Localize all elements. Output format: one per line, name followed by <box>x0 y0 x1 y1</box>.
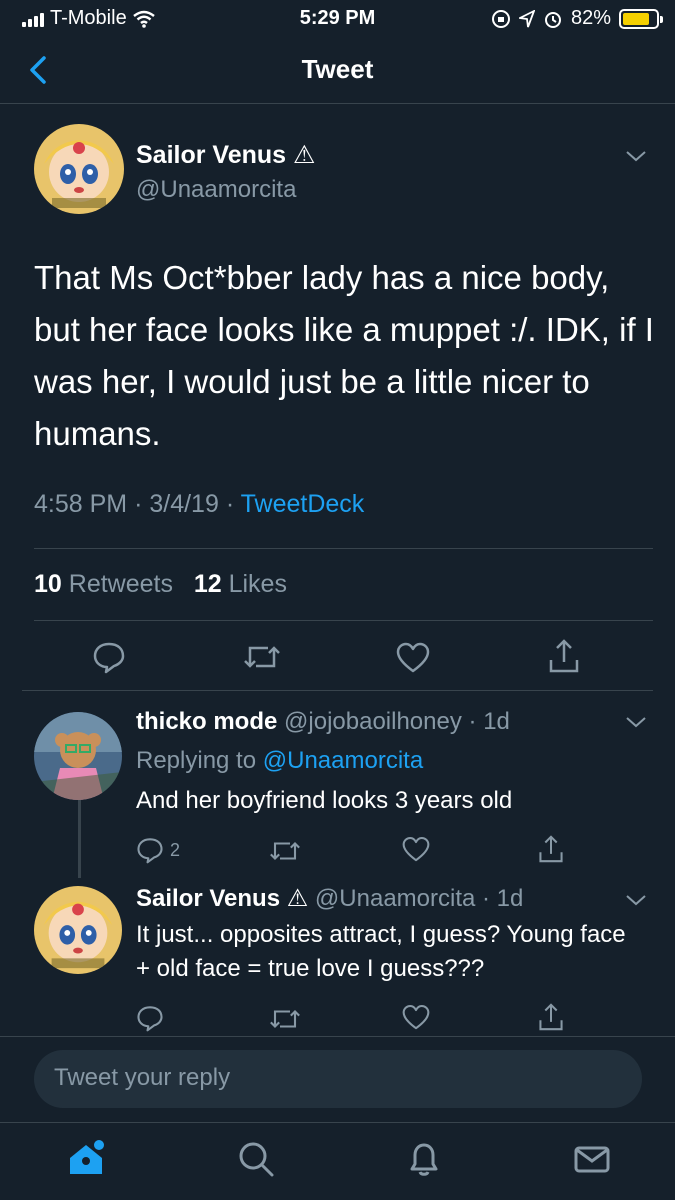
divider <box>34 620 653 621</box>
retweet-icon[interactable] <box>244 642 280 672</box>
avatar[interactable] <box>34 712 122 800</box>
main-tweet-text: That Ms Oct*bber lady has a nice body, b… <box>34 259 654 452</box>
retweet-icon[interactable] <box>270 838 300 864</box>
reply-text: And her boyfriend looks 3 years old <box>136 787 513 814</box>
main-tweet-meta: 4:58 PM · 3/4/19 · TweetDeck <box>34 490 365 518</box>
page-title: Tweet <box>301 54 374 84</box>
reply-count: 2 <box>170 839 181 860</box>
reply-age: 1d <box>496 885 524 912</box>
retweets-stat[interactable]: 10 Retweets <box>34 570 173 598</box>
alarm-icon <box>544 11 561 28</box>
share-icon[interactable] <box>538 1002 564 1032</box>
thread-line <box>78 800 81 878</box>
mail-icon[interactable] <box>572 1139 612 1179</box>
bell-icon[interactable] <box>404 1139 444 1179</box>
reply-handle[interactable]: @jojobaoilhoney <box>284 708 462 735</box>
likes-stat[interactable]: 12 Likes <box>194 570 287 598</box>
reply-name[interactable]: Sailor Venus ⚠ <box>136 885 308 912</box>
home-icon[interactable] <box>66 1139 106 1179</box>
speech-bubble-icon <box>137 838 163 864</box>
heart-icon[interactable] <box>402 1004 430 1031</box>
speech-bubble-icon[interactable] <box>92 640 126 674</box>
retweets-label: Retweets <box>68 570 173 598</box>
avatar[interactable] <box>34 124 124 214</box>
replying-handle-link[interactable]: @Unaamorcita <box>263 747 423 774</box>
heart-icon[interactable] <box>396 642 430 674</box>
divider <box>34 548 653 549</box>
compose-placeholder: Tweet your reply <box>54 1064 231 1091</box>
reply-compose-input[interactable]: Tweet your reply <box>34 1050 642 1108</box>
avatar[interactable] <box>34 886 122 974</box>
status-bar: T-Mobile 5:29 PM 82% <box>0 0 675 36</box>
status-right: 82% <box>491 7 663 30</box>
nav-bar: Tweet <box>0 36 675 104</box>
battery-percent: 82% <box>570 7 611 29</box>
tweet-date: 3/4/19 <box>149 490 219 518</box>
chevron-down-icon[interactable] <box>624 892 648 908</box>
main-tweet-header: Sailor Venus ⚠ @Unaamorcita <box>136 140 315 204</box>
retweets-count: 10 <box>34 570 62 598</box>
likes-count: 12 <box>193 570 222 598</box>
reply-handle[interactable]: @Unaamorcita <box>315 885 475 912</box>
likes-label: Likes <box>228 570 287 598</box>
main-tweet-handle[interactable]: @Unaamorcita <box>136 176 315 204</box>
replying-label: Replying to <box>136 747 257 774</box>
battery-icon <box>619 8 663 29</box>
reply-age: 1d <box>483 708 510 735</box>
reply-name[interactable]: thicko mode <box>136 708 277 735</box>
battery-fill <box>623 12 650 25</box>
share-icon[interactable] <box>548 638 580 674</box>
share-icon[interactable] <box>538 834 564 864</box>
search-icon[interactable] <box>236 1139 276 1179</box>
location-icon <box>518 9 535 27</box>
reply-action[interactable]: 2 <box>136 836 180 864</box>
chevron-down-icon[interactable] <box>624 714 648 730</box>
divider <box>22 690 653 691</box>
main-tweet-name[interactable]: Sailor Venus ⚠ <box>136 140 315 170</box>
tweet-stats: 10 Retweets 12 Likes <box>34 570 287 599</box>
tweet-time: 4:58 PM <box>34 490 128 518</box>
retweet-icon[interactable] <box>270 1006 300 1032</box>
reply-header: Sailor Venus ⚠ @Unaamorcita · 1d <box>136 885 524 912</box>
chevron-down-icon[interactable] <box>624 148 648 164</box>
divider <box>0 1036 675 1037</box>
reply-header: thicko mode @jojobaoilhoney · 1d <box>136 708 510 735</box>
tab-bar <box>0 1122 675 1200</box>
screen-lock-icon <box>491 9 510 28</box>
reply-text: It just... opposites attract, I guess? Y… <box>136 921 626 982</box>
heart-icon[interactable] <box>402 836 430 863</box>
tweet-source-link[interactable]: TweetDeck <box>241 490 365 518</box>
speech-bubble-icon[interactable] <box>136 1004 164 1032</box>
replying-to-line: Replying to @Unaamorcita <box>136 744 423 778</box>
